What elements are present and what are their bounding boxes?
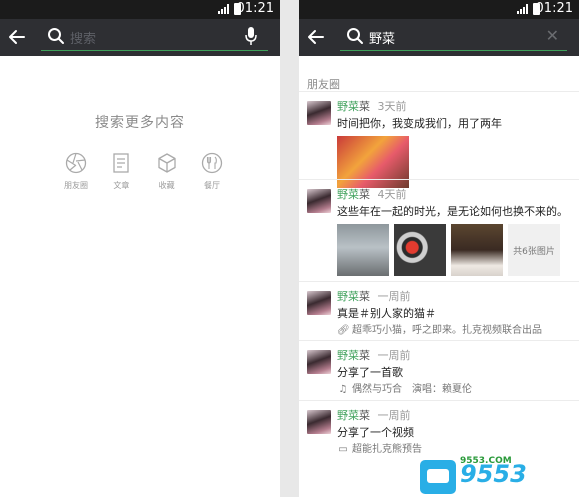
author-name-rest: 菜 [359,349,370,362]
post-time: 一周前 [377,409,411,422]
search-categories: 朋友圈 文章 收藏 餐厅 [56,152,232,191]
post-time: 一周前 [377,290,411,303]
left-screen: 01:21 搜索 搜索更多内容 朋友圈 文章 收藏 餐厅 [0,0,280,497]
post-text: 这些年在一起的时光，是无论如何也换不来的。 [337,205,568,218]
microphone-icon[interactable] [244,26,258,46]
author-name: 野菜菜 [337,349,370,362]
post-time: 4天前 [377,188,407,201]
post-text: 分享了一首歌 [337,366,403,379]
avatar [307,350,331,374]
music-note-icon: ♫ [338,384,348,395]
section-title: 朋友圈 [307,78,340,91]
search-input[interactable]: 搜索 [41,26,268,51]
search-toolbar: 搜索 [0,19,280,56]
clock: 01:21 [535,1,573,16]
signal-icon [517,4,528,14]
author-name: 野菜菜 [337,290,370,303]
document-icon [113,153,129,173]
shared-link[interactable]: 🔗︎ 超乖巧小猫，呼之即来。扎克视频联合出品 [337,324,579,338]
result-meta: 野菜菜 一周前 [337,290,579,304]
status-bar: 01:21 [0,0,280,19]
right-screen: 01:21 野菜 ✕ 朋友圈 野菜菜 3天前 时间把你，我变成我们，用了两年 野… [299,0,579,497]
search-input[interactable]: 野菜 ✕ [340,26,567,51]
list-item[interactable]: 野菜菜 一周前 分享了一首歌 ♫ 偶然与巧合 演唱：赖夏伦 [299,340,579,400]
avatar [307,410,331,434]
post-text: 真是＃别人家的猫＃ [337,307,436,320]
list-item[interactable]: 野菜菜 3天前 时间把你，我变成我们，用了两年 [299,91,579,188]
video-icon: ▭ [338,444,348,455]
post-time: 3天前 [377,100,407,113]
more-photos[interactable]: 共6张图片 [508,224,560,276]
photo-row: 共6张图片 [337,224,579,276]
watermark-logo-icon [420,460,456,494]
signal-icon [218,4,229,14]
author-name: 野菜菜 [337,409,370,422]
post-text: 时间把你，我变成我们，用了两年 [337,117,502,130]
avatar [307,101,331,125]
avatar [307,189,331,213]
watermark-brand: 9553 [460,460,527,488]
avatar [307,291,331,315]
shared-song-title: 偶然与巧合 演唱：赖夏伦 [352,384,472,395]
category-label: 文章 [113,181,130,190]
post-photo[interactable] [394,224,446,276]
result-meta: 野菜菜 一周前 [337,349,579,363]
category-restaurants[interactable]: 餐厅 [192,152,232,191]
author-name: 野菜菜 [337,188,370,201]
search-icon [48,28,64,44]
search-results: 野菜菜 3天前 时间把你，我变成我们，用了两年 野菜菜 4天前 这些年在一起的时… [299,91,579,462]
status-bar: 01:21 [299,0,579,19]
shared-song[interactable]: ♫ 偶然与巧合 演唱：赖夏伦 [337,383,579,397]
post-photo[interactable] [451,224,503,276]
search-hint: 搜索更多内容 [95,115,185,131]
watermark: 9553.COM 9553 [420,456,579,497]
list-item[interactable]: 野菜菜 一周前 分享了一个视频 ▭ 超能扎克熊预告 [299,400,579,462]
author-name: 野菜菜 [337,100,370,113]
result-meta: 野菜菜 3天前 [337,100,579,114]
aperture-icon [65,152,87,174]
category-moments[interactable]: 朋友圈 [56,152,96,191]
list-item[interactable]: 野菜菜 一周前 真是＃别人家的猫＃ 🔗︎ 超乖巧小猫，呼之即来。扎克视频联合出品 [299,281,579,340]
back-arrow-icon[interactable] [6,25,28,49]
clock: 01:21 [236,1,274,16]
post-photo[interactable] [337,224,389,276]
author-name-rest: 菜 [359,290,370,303]
search-toolbar: 野菜 ✕ [299,19,579,56]
author-name-rest: 菜 [359,409,370,422]
category-articles[interactable]: 文章 [101,152,141,191]
result-meta: 野菜菜 4天前 [337,188,579,202]
clear-icon[interactable]: ✕ [546,26,559,45]
fork-knife-icon [201,152,223,174]
post-text: 分享了一个视频 [337,426,414,439]
shared-link-title: 超乖巧小猫，呼之即来。扎克视频联合出品 [352,325,542,336]
category-favorites[interactable]: 收藏 [147,152,187,191]
list-item[interactable]: 野菜菜 4天前 这些年在一起的时光，是无论如何也换不来的。 共6张图片 [299,179,579,281]
category-label: 朋友圈 [64,181,88,190]
category-label: 餐厅 [203,181,220,190]
shared-video[interactable]: ▭ 超能扎克熊预告 [337,443,579,457]
search-placeholder: 搜索 [70,32,97,47]
cube-icon [158,153,176,173]
shared-video-title: 超能扎克熊预告 [352,444,422,455]
author-name-rest: 菜 [359,100,370,113]
result-meta: 野菜菜 一周前 [337,409,579,423]
search-icon [347,28,363,44]
author-name-rest: 菜 [359,188,370,201]
link-icon: 🔗︎ [337,325,350,336]
category-label: 收藏 [158,181,175,190]
search-query: 野菜 [369,32,396,47]
back-arrow-icon[interactable] [305,25,327,49]
post-time: 一周前 [377,349,411,362]
